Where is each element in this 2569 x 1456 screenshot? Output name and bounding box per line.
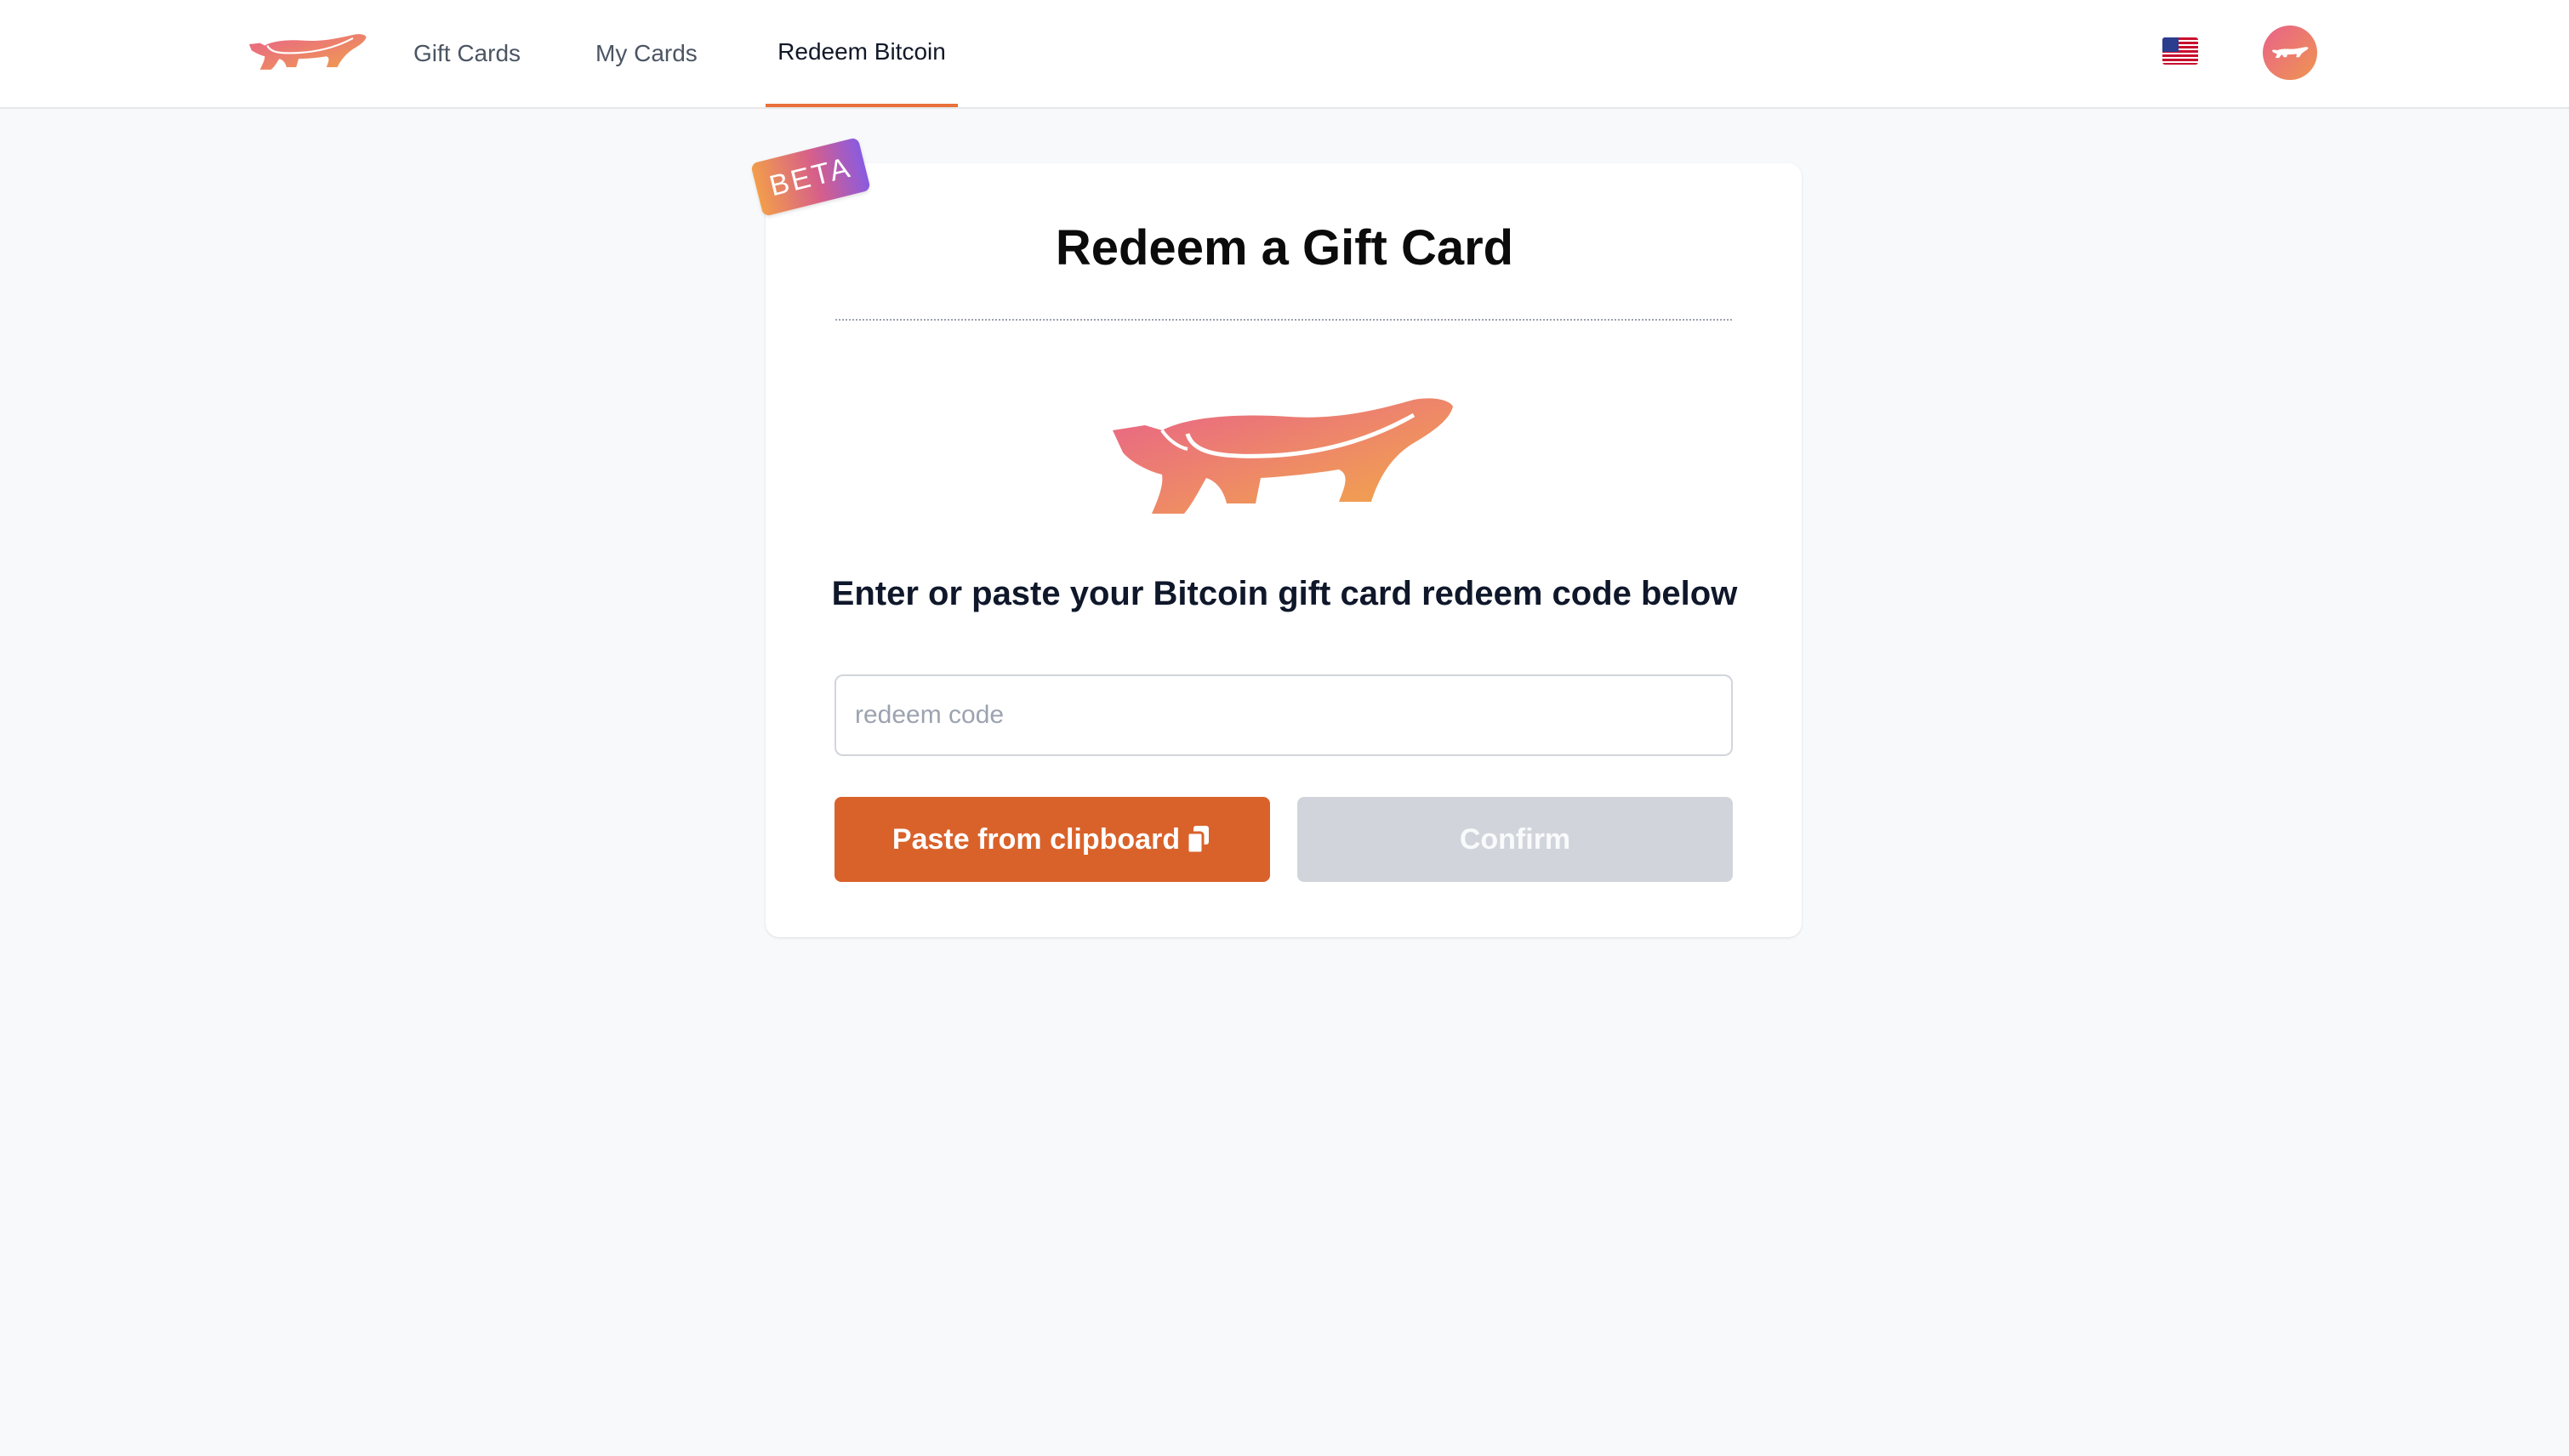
title-divider	[835, 319, 1732, 321]
tab-my-cards[interactable]: My Cards	[595, 0, 698, 107]
clipboard-icon	[1186, 826, 1210, 855]
paste-button-label: Paste from clipboard	[891, 822, 1181, 856]
confirm-button-label: Confirm	[1459, 822, 1571, 856]
tab-label: Gift Cards	[413, 40, 521, 66]
honey-badger-avatar-icon	[2271, 47, 2309, 59]
honey-badger-logo-icon[interactable]	[247, 31, 367, 75]
instruction-text: Enter or paste your Bitcoin gift card re…	[831, 575, 1738, 612]
user-avatar[interactable]	[2263, 26, 2317, 80]
page-title: Redeem a Gift Card	[1055, 220, 1514, 276]
top-navigation-bar: Gift Cards My Cards Redeem Bitcoin	[0, 0, 2569, 109]
us-flag-icon[interactable]	[2162, 37, 2198, 65]
honey-badger-icon	[1113, 398, 1453, 514]
confirm-button[interactable]: Confirm	[1297, 797, 1733, 882]
tab-label: My Cards	[595, 40, 698, 66]
redeem-code-input[interactable]	[834, 674, 1733, 756]
tab-label: Redeem Bitcoin	[778, 38, 946, 65]
tab-gift-cards[interactable]: Gift Cards	[413, 0, 521, 107]
paste-from-clipboard-button[interactable]: Paste from clipboard	[834, 797, 1270, 882]
tab-redeem-bitcoin[interactable]: Redeem Bitcoin	[766, 0, 958, 107]
